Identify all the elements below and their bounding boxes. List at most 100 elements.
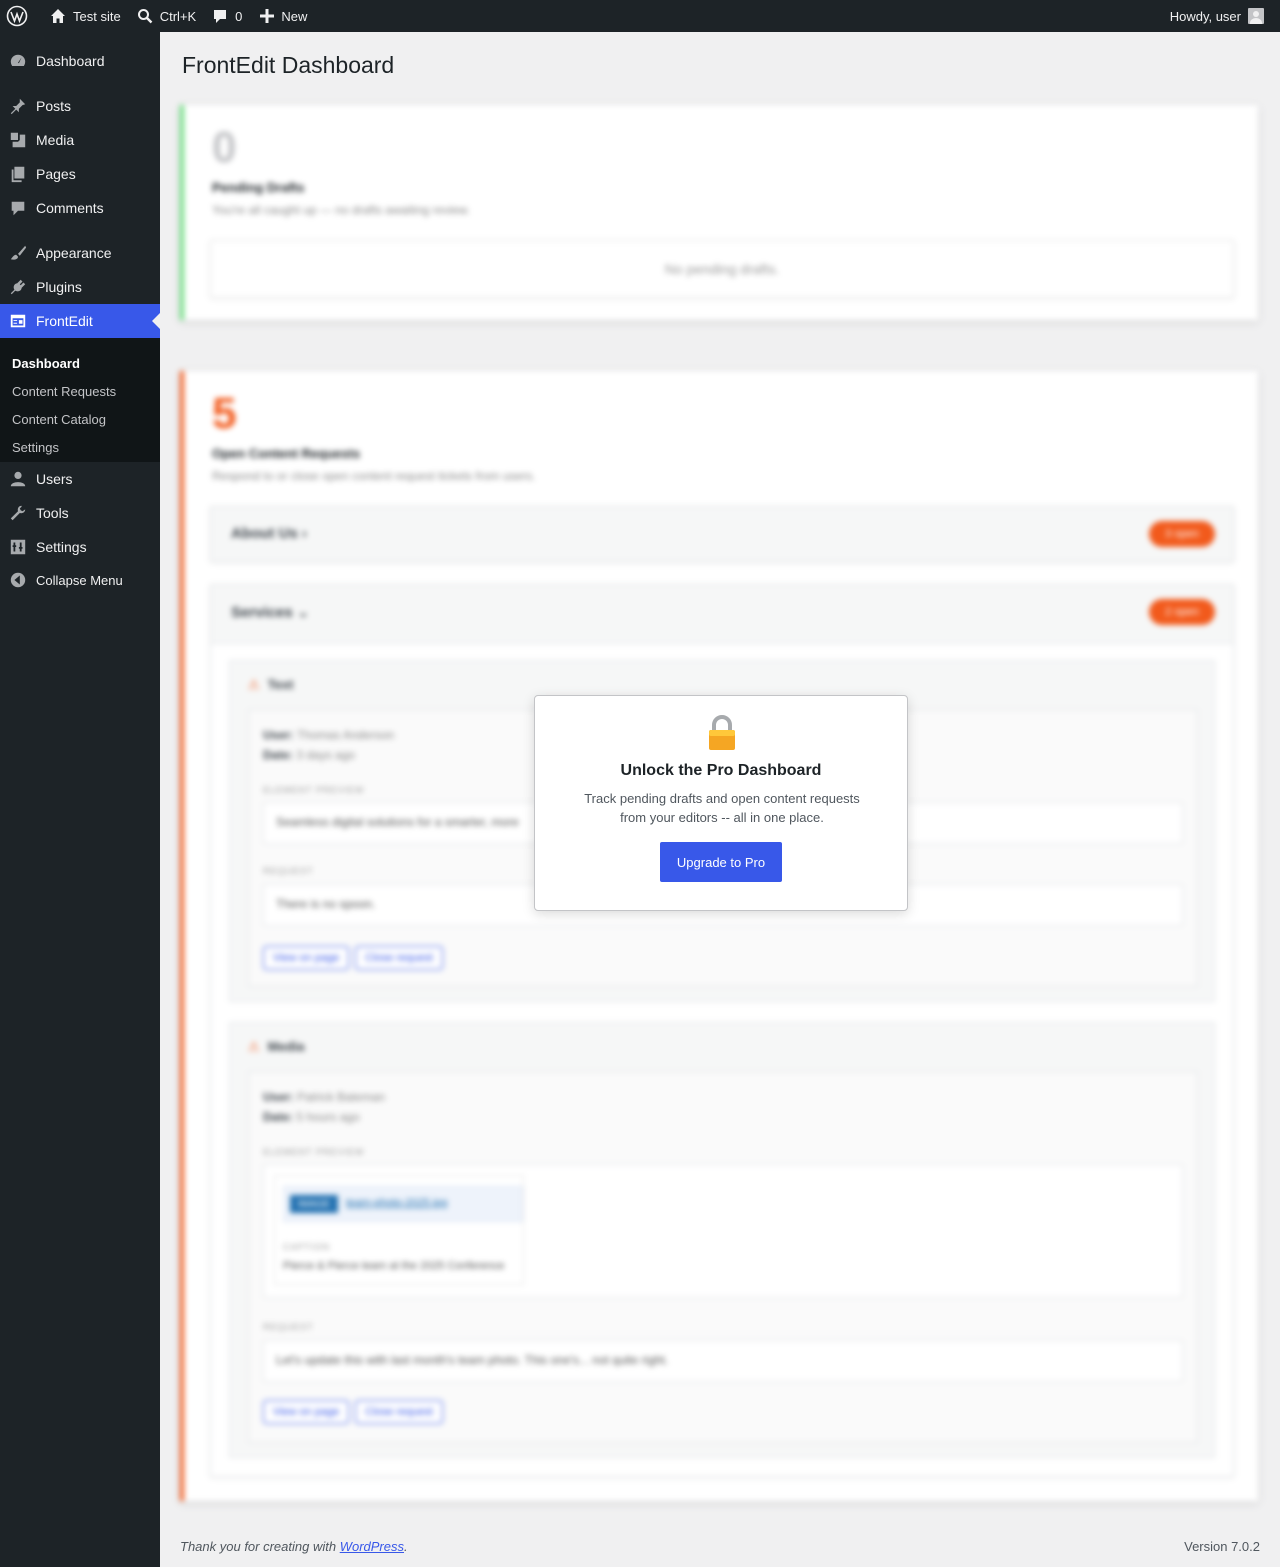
- preview-label: Element preview: [263, 785, 365, 795]
- comment-icon: [214, 10, 227, 23]
- requests-desc: Respond to or close open content request…: [212, 469, 536, 483]
- warning-icon: ⚠: [248, 1039, 260, 1054]
- wrench-icon: [10, 505, 26, 521]
- sidebar-item-label: Dashboard: [36, 53, 105, 69]
- requests-title: Open Content Requests: [212, 446, 361, 461]
- site-name-link[interactable]: Test site: [36, 0, 129, 32]
- preview-label: Element preview: [263, 1147, 365, 1157]
- open-count-badge: 2 open: [1149, 599, 1215, 625]
- settings-icon: [10, 539, 26, 555]
- request-date: Date: 3 days ago: [263, 748, 356, 762]
- frontedit-submenu: Dashboard Content Requests Content Catal…: [0, 338, 160, 462]
- comments-count: 0: [235, 8, 243, 24]
- request-date: Date: 5 hours ago: [263, 1110, 360, 1124]
- view-on-page-button[interactable]: View on page: [263, 946, 349, 970]
- submenu-item-content-catalog[interactable]: Content Catalog: [12, 412, 106, 427]
- media-preview-card: IMAGE team-photo-2025.jpg Caption Pierce…: [274, 1175, 524, 1285]
- page-group-name: Services ⌄: [231, 604, 310, 621]
- request-user: User: Thomas Anderson: [263, 728, 395, 742]
- request-user: User: Patrick Bateman: [263, 1090, 386, 1104]
- search-shortcut-button[interactable]: Ctrl+K: [129, 0, 204, 32]
- request-item: ⚠ Media User: Patrick Bateman Date: 5 hou…: [229, 1022, 1215, 1458]
- close-request-button[interactable]: Close request: [355, 946, 443, 970]
- sidebar-item-users[interactable]: Users: [0, 462, 160, 496]
- media-file-chip: IMAGE team-photo-2025.jpg: [283, 1186, 523, 1222]
- search-icon: [137, 9, 153, 24]
- pending-title: Pending Drafts: [212, 180, 305, 195]
- page-group-services-header[interactable]: Services ⌄ 2 open: [210, 584, 1234, 644]
- footer-thanks: Thank you for creating with WordPress.: [180, 1539, 408, 1554]
- page-group-about[interactable]: About Us › 3 open: [210, 506, 1234, 562]
- pushpin-icon: [10, 98, 26, 115]
- media-icon: [10, 132, 26, 148]
- upgrade-to-pro-button[interactable]: Upgrade to Pro: [660, 842, 782, 882]
- view-on-page-button[interactable]: View on page: [263, 1400, 349, 1424]
- caption-label: Caption: [283, 1242, 331, 1252]
- pending-count: 0: [212, 123, 237, 172]
- sidebar-item-label: Appearance: [36, 245, 112, 261]
- submenu-item-content-requests[interactable]: Content Requests: [12, 384, 116, 399]
- sidebar-item-plugins[interactable]: Plugins: [0, 270, 160, 304]
- sidebar-item-label: Posts: [36, 98, 72, 114]
- footer-version: Version 7.0.2: [1184, 1539, 1260, 1554]
- request-body: User: Patrick Bateman Date: 5 hours ago …: [248, 1071, 1198, 1443]
- wordpress-logo-button[interactable]: [0, 0, 36, 32]
- site-name-label: Test site: [73, 8, 121, 24]
- sidebar-item-label: Collapse Menu: [36, 572, 123, 588]
- admin-sidebar: Dashboard Posts Media Pages Comments App…: [0, 32, 160, 1567]
- open-requests-card: 5 Open Content Requests Respond to or cl…: [180, 371, 1258, 1501]
- element-preview: IMAGE team-photo-2025.jpg Caption Pierce…: [263, 1164, 1183, 1298]
- comments-link[interactable]: 0: [204, 0, 250, 32]
- avatar: [1248, 8, 1264, 24]
- sidebar-item-posts[interactable]: Posts: [0, 89, 160, 123]
- user-icon: [10, 471, 26, 487]
- plugin-icon: [10, 279, 26, 295]
- page-group-name: About Us ›: [231, 525, 307, 542]
- sidebar-item-frontedit[interactable]: FrontEdit: [0, 304, 160, 338]
- modal-description: Track pending drafts and open content re…: [584, 791, 860, 825]
- new-content-button[interactable]: New: [250, 0, 315, 32]
- sidebar-item-label: Settings: [36, 539, 87, 555]
- pending-empty-text: No pending drafts.: [664, 261, 780, 277]
- media-file-link[interactable]: team-photo-2025.jpg: [346, 1197, 448, 1209]
- sidebar-item-appearance[interactable]: Appearance: [0, 236, 160, 270]
- pages-icon: [11, 166, 25, 183]
- image-chip-label: IMAGE: [290, 1195, 338, 1213]
- upgrade-modal: Unlock the Pro Dashboard Track pending d…: [534, 695, 908, 911]
- sidebar-item-label: Pages: [36, 166, 76, 182]
- sidebar-item-label: FrontEdit: [36, 313, 93, 329]
- lock-icon: [709, 715, 735, 750]
- submenu-item-settings[interactable]: Settings: [12, 440, 59, 455]
- sidebar-item-media[interactable]: Media: [0, 123, 160, 157]
- sidebar-item-dashboard[interactable]: Dashboard: [0, 44, 160, 78]
- open-count-badge: 3 open: [1149, 521, 1215, 547]
- sidebar-item-label: Users: [36, 471, 73, 487]
- close-request-button[interactable]: Close request: [355, 1400, 443, 1424]
- sidebar-item-settings[interactable]: Settings: [0, 530, 160, 564]
- comment-icon: [11, 201, 25, 216]
- pending-drafts-card: 0 Pending Drafts You're all caught up — …: [180, 105, 1258, 320]
- submenu-item-dashboard[interactable]: Dashboard: [12, 356, 80, 371]
- paintbrush-icon: [10, 245, 27, 260]
- pending-empty-box: No pending drafts.: [210, 240, 1234, 298]
- search-shortcut-label: Ctrl+K: [159, 8, 197, 24]
- frontedit-icon: [10, 314, 26, 328]
- wordpress-link[interactable]: WordPress: [340, 1539, 404, 1554]
- request-label: Request: [263, 866, 314, 876]
- warning-icon: ⚠: [248, 677, 260, 692]
- modal-title: Unlock the Pro Dashboard: [620, 762, 822, 779]
- sidebar-item-label: Plugins: [36, 279, 82, 295]
- collapse-menu-button[interactable]: Collapse Menu: [0, 563, 160, 597]
- sidebar-item-tools[interactable]: Tools: [0, 496, 160, 530]
- sidebar-item-comments[interactable]: Comments: [0, 191, 160, 225]
- admin-bar: Test site Ctrl+K 0 New Howdy, user: [0, 0, 1280, 32]
- pending-desc: You're all caught up — no drafts awaitin…: [212, 203, 470, 217]
- plus-icon: [260, 9, 275, 23]
- dashboard-icon: [10, 54, 26, 66]
- account-menu[interactable]: Howdy, user: [1162, 0, 1272, 32]
- request-heading: ⚠ Media: [248, 1039, 305, 1054]
- sidebar-item-pages[interactable]: Pages: [0, 157, 160, 191]
- request-label: Request: [263, 1322, 314, 1332]
- collapse-icon: [10, 572, 26, 588]
- requests-count: 5: [212, 389, 237, 438]
